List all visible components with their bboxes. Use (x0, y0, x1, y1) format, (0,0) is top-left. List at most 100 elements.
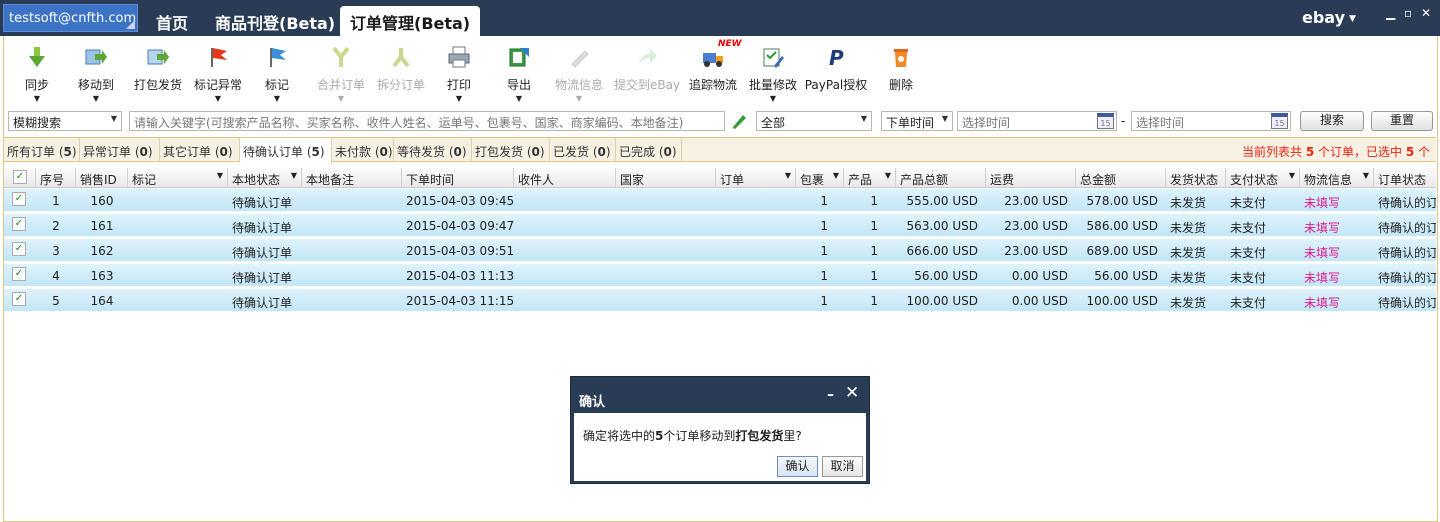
row-checkbox[interactable]: ✓ (12, 217, 26, 231)
restore-icon[interactable]: ▫ (1404, 6, 1412, 20)
cell-logistics[interactable]: 未填写 (1300, 189, 1374, 211)
header-local-note[interactable]: 本地备注 (302, 168, 402, 188)
nav-product-listing[interactable]: 商品刊登(Beta) (205, 6, 345, 36)
table-row[interactable]: ✓ 1 160 待确认订单 2015-04-03 09:45 1 1 555.00 USD 23… (4, 189, 1436, 213)
header-pay-status[interactable]: 支付状态 ▼ (1226, 168, 1300, 188)
search-mode-select[interactable]: 模糊搜索 ▼ (8, 111, 122, 131)
toolbar-batch-edit-button[interactable]: 批量修改 ▼ (747, 46, 799, 103)
calendar-icon[interactable]: 15 (1271, 113, 1288, 129)
header-product[interactable]: 产品 ▼ (844, 168, 896, 188)
reset-button[interactable]: 重置 (1371, 111, 1433, 131)
row-checkbox[interactable]: ✓ (12, 192, 26, 206)
confirm-button[interactable]: 确认 (777, 456, 818, 477)
table-row[interactable]: ✓ 4 163 待确认订单 2015-04-03 11:13 1 1 56.00 USD 0.0… (4, 264, 1436, 288)
platform-selector[interactable]: ebay ▼ (1302, 8, 1356, 27)
toolbar-delete-button[interactable]: 删除 (886, 46, 916, 93)
filter-arrow-icon[interactable]: ▼ (217, 171, 223, 180)
row-checkbox[interactable]: ✓ (12, 267, 26, 281)
minimize-icon[interactable]: – (827, 387, 834, 403)
header-recipient[interactable]: 收件人 (514, 168, 616, 188)
row-checkbox[interactable]: ✓ (12, 242, 26, 256)
header-shipping[interactable]: 运费 (986, 168, 1076, 188)
toolbar-paypal-auth-button[interactable]: P PayPal授权 (804, 46, 868, 93)
toolbar-merge-orders-button[interactable]: 合并订单 ▼ (315, 46, 367, 103)
cell-pay-status: 未支付 (1230, 271, 1267, 285)
tab-exception-orders[interactable]: 异常订单 (0) (80, 138, 160, 162)
cell-ship-status: 未发货 (1170, 196, 1207, 210)
toolbar-mark-button[interactable]: 标记 ▼ (262, 46, 292, 103)
confirm-dialog: 确认 – ✕ 确定将选中的5个订单移动到打包发货里? 确认 取消 (570, 376, 870, 484)
minimize-icon[interactable]: ▁ (1386, 6, 1395, 20)
header-ship-status[interactable]: 发货状态 (1166, 168, 1226, 188)
filter-arrow-icon[interactable]: ▼ (885, 171, 891, 180)
header-seq[interactable]: 序号 (36, 168, 76, 188)
tab-all-orders[interactable]: 所有订单 (5) (4, 138, 80, 162)
cell-logistics[interactable]: 未填写 (1300, 264, 1374, 286)
toolbar-split-order-button[interactable]: 拆分订单 (375, 46, 427, 93)
toolbar-track-logistics-button[interactable]: NEW 追踪物流 (687, 39, 742, 93)
header-mark[interactable]: 标记 ▼ (128, 168, 228, 188)
filter-arrow-icon[interactable]: ▼ (833, 171, 839, 180)
table-row[interactable]: ✓ 5 164 待确认订单 2015-04-03 11:15 1 1 100.00 USD 0.… (4, 289, 1436, 313)
toolbar-logistics-info-label: 物流信息 (554, 78, 603, 92)
table-row[interactable]: ✓ 2 161 待确认订单 2015-04-03 09:47 1 1 563.00 USD 23… (4, 214, 1436, 238)
header-order-status[interactable]: 订单状态 (1374, 168, 1436, 188)
header-order[interactable]: 订单 ▼ (716, 168, 796, 188)
tab-pending-confirm[interactable]: 待确认订单 (5) (240, 138, 332, 164)
toolbar-export-label: 导出 (506, 78, 531, 92)
search-button[interactable]: 搜索 (1300, 111, 1364, 131)
order-status-tabs: 所有订单 (5) 异常订单 (0) 其它订单 (0) 待确认订单 (5) 未付款… (4, 137, 1436, 164)
nav-home[interactable]: 首页 (146, 6, 198, 36)
tab-shipped[interactable]: 已发货 (0) (550, 138, 616, 162)
summary-suffix: 个 (1414, 145, 1430, 159)
cell-logistics[interactable]: 未填写 (1300, 214, 1374, 236)
header-package[interactable]: 包裹 ▼ (796, 168, 844, 188)
cell-logistics[interactable]: 未填写 (1300, 239, 1374, 261)
filter-arrow-icon[interactable]: ▼ (291, 171, 297, 180)
date-from-input[interactable]: 选择时间 15 (957, 111, 1117, 131)
toolbar-move-to-button[interactable]: 移动到 ▼ (76, 46, 116, 103)
cell-logistics[interactable]: 未填写 (1300, 289, 1374, 311)
tab-unpaid[interactable]: 未付款 (0) (332, 138, 394, 162)
tab-packing[interactable]: 打包发货 (0) (472, 138, 550, 162)
header-sale-id[interactable]: 销售ID (76, 168, 128, 188)
filter-arrow-icon[interactable]: ▼ (785, 171, 791, 180)
account-selector[interactable]: testsoft@cnfth.com (3, 4, 138, 32)
keyword-input[interactable]: 请输入关键字(可搜索产品名称、买家名称、收件人姓名、运单号、包裹号、国家、商家编… (129, 111, 725, 131)
tab-other-orders[interactable]: 其它订单 (0) (160, 138, 240, 162)
header-logistics[interactable]: 物流信息 ▼ (1300, 168, 1374, 188)
nav-order-management[interactable]: 订单管理(Beta) (340, 6, 481, 36)
header-total[interactable]: 总金额 (1076, 168, 1166, 188)
table-row[interactable]: ✓ 3 162 待确认订单 2015-04-03 09:51 1 1 666.00 USD 23… (4, 239, 1436, 263)
header-order-time[interactable]: 下单时间 (402, 168, 514, 188)
toolbar-submit-ebay-button[interactable]: 提交到eBay (613, 46, 681, 93)
new-badge: NEW (718, 39, 742, 49)
header-local-status[interactable]: 本地状态 ▼ (228, 168, 302, 188)
header-select-all[interactable]: ✓ (4, 168, 36, 188)
close-window-icon[interactable]: ✕ (1421, 6, 1431, 20)
filter-select[interactable]: 全部 ▼ (756, 111, 872, 131)
cancel-button[interactable]: 取消 (822, 456, 863, 477)
pencil-icon[interactable] (731, 113, 747, 129)
toolbar-pack-ship-button[interactable]: 打包发货 (132, 46, 184, 93)
header-product-total[interactable]: 产品总额 (896, 168, 986, 188)
time-field-select[interactable]: 下单时间 ▼ (881, 111, 953, 131)
close-icon[interactable]: ✕ (845, 383, 859, 403)
header-country[interactable]: 国家 (616, 168, 716, 188)
tab-completed[interactable]: 已完成 (0) (616, 138, 682, 162)
toolbar-mark-exception-button[interactable]: 标记异常 ▼ (192, 46, 244, 103)
tab-count: 0 (597, 145, 606, 159)
toolbar-sync-button[interactable]: 同步 ▼ (22, 46, 52, 103)
toolbar-print-button[interactable]: 打印 ▼ (444, 46, 474, 103)
tab-awaiting-shipment[interactable]: 等待发货 (0) (394, 138, 472, 162)
toolbar-logistics-info-button[interactable]: 物流信息 ▼ (553, 46, 605, 103)
filter-arrow-icon[interactable]: ▼ (1363, 171, 1369, 180)
cell-shipping: 0.00 USD (1011, 294, 1068, 308)
date-to-input[interactable]: 选择时间 15 (1131, 111, 1291, 131)
dropdown-arrow-icon: ▼ (214, 94, 222, 103)
select-all-checkbox[interactable]: ✓ (13, 170, 27, 184)
row-checkbox[interactable]: ✓ (12, 292, 26, 306)
toolbar-export-button[interactable]: 导出 ▼ (504, 46, 534, 103)
calendar-icon[interactable]: 15 (1097, 113, 1114, 129)
filter-arrow-icon[interactable]: ▼ (1289, 171, 1295, 180)
